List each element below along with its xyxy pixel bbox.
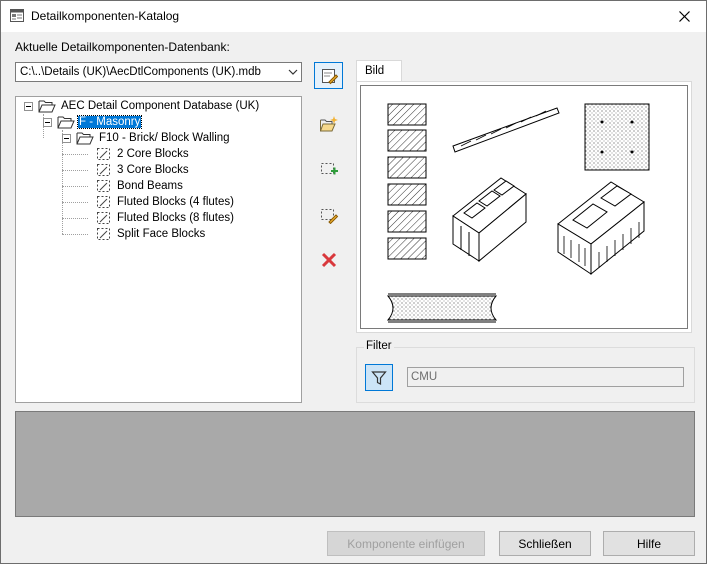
tree-item-label: Fluted Blocks (4 flutes) bbox=[117, 196, 234, 208]
help-button-label: Hilfe bbox=[636, 536, 661, 551]
database-select-value: C:\..\Details (UK)\AecDtlComponents (UK)… bbox=[20, 66, 261, 78]
filter-input[interactable]: CMU bbox=[407, 367, 684, 387]
new-folder-icon bbox=[319, 115, 338, 131]
bond-beam-drawing bbox=[452, 107, 560, 153]
database-label: Aktuelle Detailkomponenten-Datenbank: bbox=[15, 40, 230, 54]
insert-component-button[interactable]: Komponente einfügen bbox=[327, 531, 485, 556]
close-icon bbox=[678, 11, 690, 22]
tree-connector bbox=[62, 218, 88, 219]
delete-button[interactable] bbox=[314, 246, 343, 273]
close-button[interactable]: Schließen bbox=[499, 531, 591, 556]
tree-connector bbox=[62, 170, 88, 171]
add-component-icon bbox=[320, 162, 338, 174]
tree-collapse-toggle[interactable] bbox=[24, 102, 33, 111]
component-icon bbox=[97, 164, 110, 176]
edit-component-button[interactable] bbox=[314, 201, 343, 228]
tree-item[interactable]: Split Face Blocks bbox=[96, 226, 206, 242]
select-database-button[interactable] bbox=[314, 62, 343, 89]
component-icon bbox=[97, 228, 110, 240]
tree-item-label: Bond Beams bbox=[117, 180, 183, 192]
tree-collapse-toggle[interactable] bbox=[43, 118, 52, 127]
description-panel bbox=[15, 411, 695, 517]
close-window-button[interactable] bbox=[662, 1, 706, 32]
component-icon bbox=[97, 196, 110, 208]
tree-node-subcategory[interactable]: F10 - Brick/ Block Walling bbox=[76, 130, 231, 146]
preview-image bbox=[360, 85, 688, 329]
component-tree[interactable]: AEC Detail Component Database (UK) F - M… bbox=[15, 96, 302, 403]
open-folder-icon bbox=[38, 100, 56, 113]
component-icon bbox=[97, 180, 110, 192]
beam-section-drawing bbox=[386, 293, 498, 323]
tree-node-root[interactable]: AEC Detail Component Database (UK) bbox=[38, 98, 260, 114]
delete-x-icon bbox=[321, 252, 336, 267]
open-folder-icon bbox=[57, 116, 75, 129]
insert-component-label: Komponente einfügen bbox=[347, 536, 465, 551]
database-select[interactable]: C:\..\Details (UK)\AecDtlComponents (UK)… bbox=[15, 62, 302, 82]
tree-item-label: Split Face Blocks bbox=[117, 228, 206, 240]
chevron-down-icon bbox=[288, 69, 298, 75]
tree-item[interactable]: Bond Beams bbox=[96, 178, 184, 194]
edit-component-icon bbox=[320, 208, 338, 224]
hollow-block-drawing bbox=[452, 177, 527, 263]
catalog-app-icon bbox=[10, 9, 24, 22]
filter-input-value: CMU bbox=[411, 371, 438, 383]
brick-column bbox=[387, 103, 427, 260]
fluted-block-drawing bbox=[557, 181, 645, 276]
split-face-block-drawing bbox=[584, 103, 650, 171]
tree-collapse-toggle[interactable] bbox=[62, 134, 71, 143]
tree-item-label: Fluted Blocks (8 flutes) bbox=[117, 212, 234, 224]
tree-node-label: F10 - Brick/ Block Walling bbox=[99, 132, 230, 144]
tree-item[interactable]: Fluted Blocks (8 flutes) bbox=[96, 210, 235, 226]
tree-connector bbox=[62, 154, 88, 155]
tree-item[interactable]: 2 Core Blocks bbox=[96, 146, 190, 162]
tree-item-label: 3 Core Blocks bbox=[117, 164, 189, 176]
tree-node-label: F - Masonry bbox=[76, 115, 143, 129]
tab-image-label: Bild bbox=[365, 65, 385, 77]
new-component-button[interactable] bbox=[314, 155, 343, 182]
dialog-window: Detailkomponenten-Katalog Aktuelle Detai… bbox=[0, 0, 707, 564]
help-button[interactable]: Hilfe bbox=[603, 531, 695, 556]
filter-toggle-button[interactable] bbox=[365, 364, 393, 391]
edit-database-icon bbox=[321, 68, 338, 84]
tab-image[interactable]: Bild bbox=[356, 60, 402, 82]
tree-item[interactable]: 3 Core Blocks bbox=[96, 162, 190, 178]
tree-item-label: 2 Core Blocks bbox=[117, 148, 189, 160]
new-category-button[interactable] bbox=[314, 110, 343, 137]
tree-connector bbox=[62, 186, 88, 187]
tree-item[interactable]: Fluted Blocks (4 flutes) bbox=[96, 194, 235, 210]
tree-node-category[interactable]: F - Masonry bbox=[57, 114, 143, 130]
tree-connector bbox=[62, 234, 88, 235]
masonry-preview-drawing bbox=[386, 103, 650, 323]
open-folder-icon bbox=[76, 132, 94, 145]
component-icon bbox=[97, 148, 110, 160]
filter-group-label: Filter bbox=[364, 340, 394, 352]
component-icon bbox=[97, 212, 110, 224]
tree-connector bbox=[62, 202, 88, 203]
preview-panel bbox=[356, 81, 692, 333]
window-title: Detailkomponenten-Katalog bbox=[31, 9, 180, 23]
funnel-icon bbox=[371, 370, 387, 385]
close-button-label: Schließen bbox=[518, 536, 572, 551]
tree-node-label: AEC Detail Component Database (UK) bbox=[61, 100, 260, 112]
title-bar: Detailkomponenten-Katalog bbox=[1, 1, 706, 32]
